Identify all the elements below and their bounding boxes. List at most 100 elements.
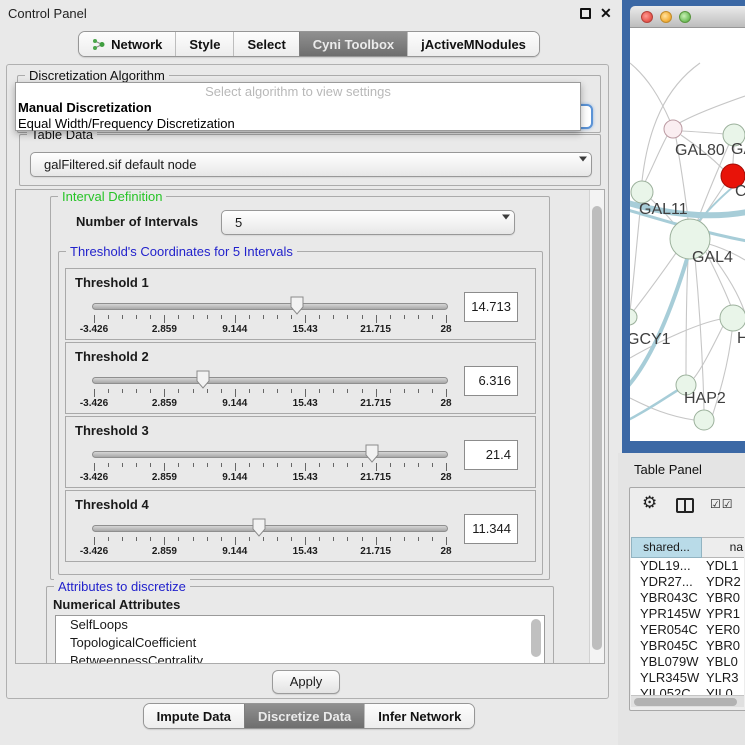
tab-label: Impute Data	[157, 709, 231, 724]
table-row[interactable]: YLR345WYLR3	[631, 670, 744, 686]
column-header-shared-name[interactable]: shared...	[631, 537, 702, 558]
settings-vertical-scrollbar[interactable]	[589, 190, 604, 663]
cell-shared-name[interactable]: YBR045C	[631, 638, 701, 654]
tab-style[interactable]: Style	[175, 32, 233, 56]
threshold-2-slider[interactable]	[92, 370, 450, 390]
threshold-3-value-field[interactable]: 21.4	[464, 440, 518, 470]
popup-item-manual-discretization[interactable]: Manual Discretization	[16, 100, 580, 116]
cell-name[interactable]: YER0	[701, 622, 744, 638]
slider-thumb[interactable]	[289, 296, 305, 315]
table-row[interactable]: YPR145WYPR1	[631, 606, 744, 622]
tab-jactivemnodules[interactable]: jActiveMNodules	[407, 32, 539, 56]
slider-track[interactable]	[92, 525, 448, 532]
slider-tick-labels: -3.4262.8599.14415.4321.71528	[92, 472, 450, 484]
tick-label: 9.144	[222, 324, 247, 335]
threshold-1-slider[interactable]	[92, 296, 450, 316]
threshold-4-slider[interactable]	[92, 518, 450, 538]
tab-cyni-toolbox[interactable]: Cyni Toolbox	[299, 32, 407, 56]
minimize-button[interactable]	[660, 11, 672, 23]
tab-discretize-data[interactable]: Discretize Data	[244, 704, 364, 728]
close-panel-icon[interactable]: ✕	[600, 5, 612, 21]
network-node[interactable]	[631, 181, 653, 203]
table-row[interactable]: YER054CYER0	[631, 622, 744, 638]
network-node[interactable]	[630, 309, 637, 325]
tab-select[interactable]: Select	[233, 32, 298, 56]
table-row[interactable]: YDL19...YDL1	[631, 558, 744, 574]
threshold-1-panel: Threshold 1 -3.4262.8599.14415.4321.7152…	[65, 268, 536, 340]
cell-shared-name[interactable]: YPR145W	[631, 606, 701, 622]
tab-impute-data[interactable]: Impute Data	[144, 704, 244, 728]
network-canvas[interactable]: GAL80GACGAL11GAL4GCY1HHAP2	[630, 28, 745, 441]
cell-shared-name[interactable]: YBL079W	[631, 654, 701, 670]
cell-name[interactable]: YBL0	[701, 654, 744, 670]
cell-shared-name[interactable]: YDL19...	[631, 558, 701, 574]
close-button[interactable]	[641, 11, 653, 23]
slider-track[interactable]	[92, 303, 448, 310]
cell-name[interactable]: YBR0	[701, 590, 744, 606]
popup-item-equal-width-frequency[interactable]: Equal Width/Frequency Discretization	[16, 116, 580, 132]
list-scrollbar-thumb[interactable]	[531, 619, 541, 657]
tick-label: 28	[440, 472, 451, 483]
tab-label: Cyni Toolbox	[313, 37, 394, 52]
network-node[interactable]	[694, 410, 714, 430]
tab-network[interactable]: Network	[79, 32, 175, 56]
table-data-combobox[interactable]: galFiltered.sif default node	[30, 152, 592, 177]
network-node[interactable]	[664, 120, 682, 138]
cyni-toolbox-panel: Discretization Algorithm Select algorith…	[6, 64, 609, 699]
slider-thumb[interactable]	[364, 444, 380, 463]
slider-track[interactable]	[92, 451, 448, 458]
number-of-intervals-combobox[interactable]: 5	[221, 210, 515, 235]
attribute-list-item[interactable]: TopologicalCoefficient	[56, 634, 544, 652]
tick-label: 15.43	[293, 398, 318, 409]
zoom-button[interactable]	[679, 11, 691, 23]
cell-shared-name[interactable]: YER054C	[631, 622, 701, 638]
cell-name[interactable]: YBR0	[701, 638, 744, 654]
tick-label: 2.859	[152, 398, 177, 409]
tick-label: 21.715	[360, 472, 391, 483]
attribute-list-item[interactable]: SelfLoops	[56, 616, 544, 634]
network-node-label: H	[737, 330, 745, 347]
column-header-name[interactable]: na	[702, 537, 744, 558]
network-node[interactable]	[720, 305, 745, 331]
cell-shared-name[interactable]: YLR345W	[631, 670, 701, 686]
threshold-1-value-field[interactable]: 14.713	[464, 292, 518, 322]
table-horizontal-scrollbar[interactable]	[631, 695, 744, 707]
table-row[interactable]: YBR045CYBR0	[631, 638, 744, 654]
slider-track[interactable]	[92, 377, 448, 384]
network-node-label: C	[735, 183, 745, 200]
threshold-4-value-field[interactable]: 11.344	[464, 514, 518, 544]
tick-label: 21.715	[360, 324, 391, 335]
apply-button[interactable]: Apply	[272, 670, 340, 694]
tick-label: 2.859	[152, 324, 177, 335]
cell-name[interactable]: YPR1	[701, 606, 744, 622]
cell-name[interactable]: YLR3	[701, 670, 744, 686]
network-window-titlebar[interactable]	[630, 6, 745, 28]
tab-label: Discretize Data	[258, 709, 351, 724]
slider-ticks	[92, 537, 450, 546]
table-data-group: Table Data galFiltered.sif default node	[19, 134, 601, 186]
tab-label: Network	[111, 37, 162, 52]
slider-thumb[interactable]	[251, 518, 267, 537]
table-row[interactable]: YBR043CYBR0	[631, 590, 744, 606]
tab-infer-network[interactable]: Infer Network	[364, 704, 474, 728]
tab-label: jActiveMNodules	[421, 37, 526, 52]
threshold-3-slider[interactable]	[92, 444, 450, 464]
network-node-label: HAP2	[684, 390, 726, 407]
table-row[interactable]: YDR27...YDR2	[631, 574, 744, 590]
select-columns-icons[interactable]: ☑☑	[710, 497, 734, 511]
attribute-list-item[interactable]: BetweennessCentrality	[56, 652, 544, 664]
number-of-intervals-label: Number of Intervals	[76, 214, 198, 229]
float-window-icon[interactable]	[580, 8, 591, 19]
table-row[interactable]: YBL079WYBL0	[631, 654, 744, 670]
cell-shared-name[interactable]: YDR27...	[631, 574, 701, 590]
numerical-attributes-list[interactable]: SelfLoopsTopologicalCoefficientBetweenne…	[55, 615, 545, 664]
cell-name[interactable]: YDR2	[701, 574, 744, 590]
cell-shared-name[interactable]: YBR043C	[631, 590, 701, 606]
slider-thumb[interactable]	[195, 370, 211, 389]
gear-icon[interactable]: ⚙	[642, 493, 657, 513]
scrollbar-thumb[interactable]	[592, 206, 602, 650]
threshold-2-value-field[interactable]: 6.316	[464, 366, 518, 396]
columns-icon[interactable]	[676, 498, 694, 513]
scrollbar-thumb[interactable]	[634, 698, 737, 706]
cell-name[interactable]: YDL1	[701, 558, 744, 574]
